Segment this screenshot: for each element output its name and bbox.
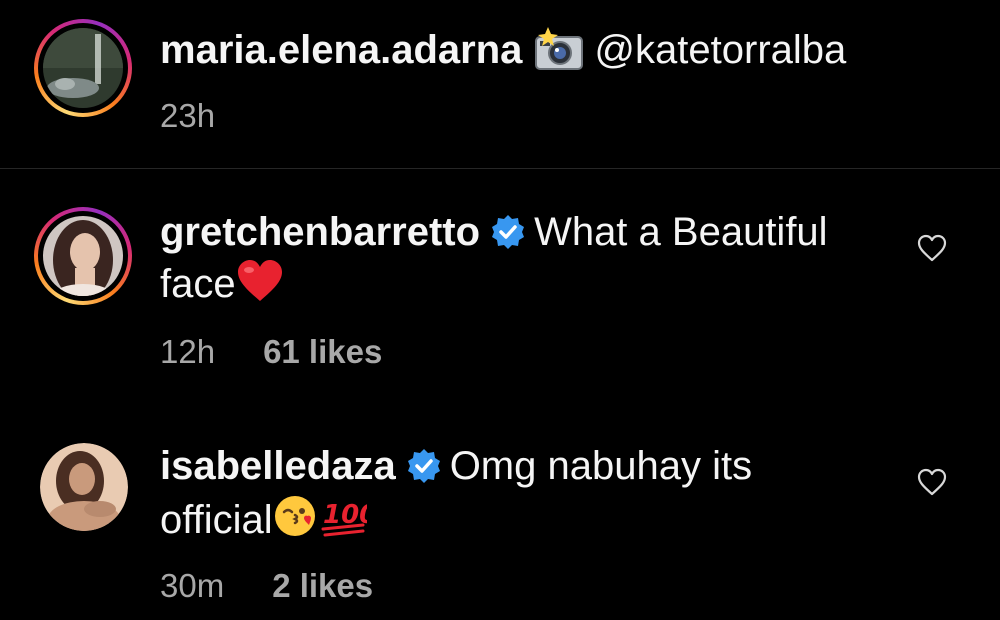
comment-text-line1: Omg nabuhay its bbox=[449, 444, 753, 488]
post-caption: maria.elena.adarna @katetorralba 23h bbox=[0, 0, 1000, 168]
comment-text-line2: official bbox=[160, 498, 273, 542]
comment-username[interactable]: gretchenbarretto bbox=[160, 210, 480, 254]
comment-timestamp: 12h bbox=[160, 333, 216, 370]
caption-username[interactable]: maria.elena.adarna bbox=[160, 28, 522, 72]
comment-text-line1: What a Beautiful bbox=[534, 210, 828, 254]
caption-mention-link[interactable]: @katetorralba bbox=[594, 28, 846, 72]
avatar-photo bbox=[40, 443, 128, 531]
caption-divider bbox=[0, 168, 1000, 169]
verified-badge-icon bbox=[406, 445, 442, 483]
caption-timestamp: 23h bbox=[160, 97, 216, 134]
comment-text-line2: face bbox=[160, 262, 236, 306]
comment-author-avatar[interactable] bbox=[40, 443, 128, 531]
comment-likes-count[interactable]: 61 likes bbox=[263, 333, 382, 370]
verified-badge-icon bbox=[490, 211, 526, 249]
caption-author-avatar[interactable] bbox=[34, 19, 132, 117]
comment-likes-count[interactable]: 2 likes bbox=[272, 567, 373, 604]
face-blowing-kiss-icon bbox=[273, 493, 319, 552]
avatar-photo bbox=[43, 216, 123, 296]
like-heart-icon[interactable] bbox=[917, 234, 947, 262]
comment-username[interactable]: isabelledaza bbox=[160, 444, 396, 488]
camera-with-flash-icon bbox=[534, 25, 584, 71]
comment-timestamp: 30m bbox=[160, 567, 225, 604]
comment-author-avatar[interactable] bbox=[34, 207, 132, 305]
red-heart-icon bbox=[236, 259, 284, 316]
avatar-photo bbox=[43, 28, 123, 108]
hundred-points-icon: 100 bbox=[319, 493, 377, 552]
like-heart-icon[interactable] bbox=[917, 468, 947, 496]
